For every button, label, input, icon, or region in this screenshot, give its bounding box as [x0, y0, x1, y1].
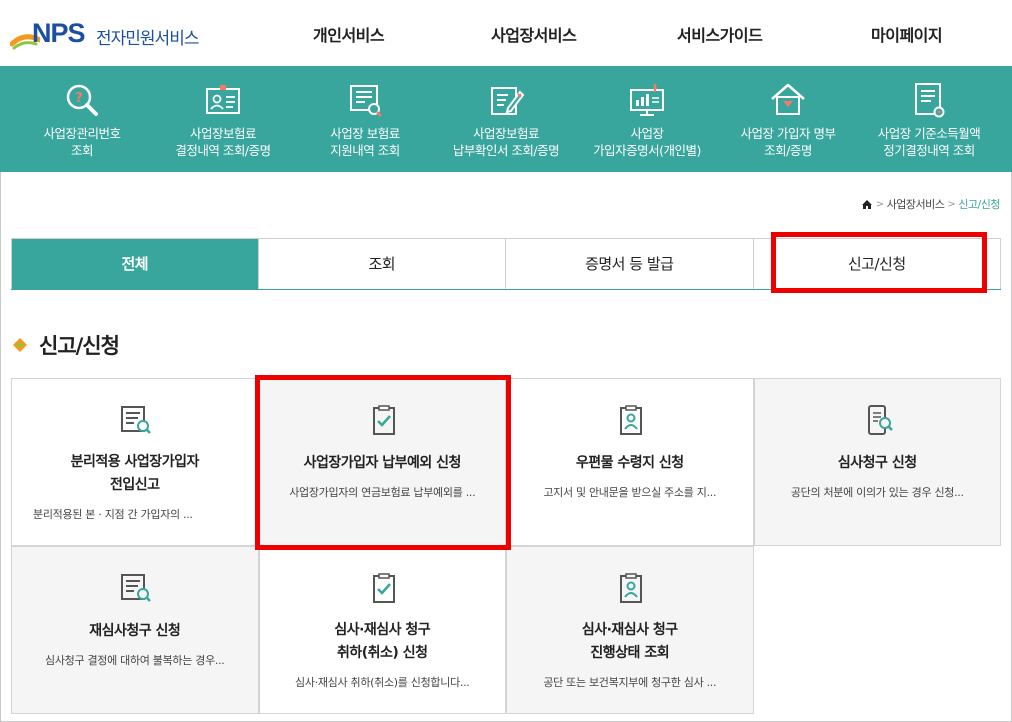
logo-brand: NPS — [32, 18, 86, 48]
service-card-review-request[interactable]: 심사청구 신청 공단의 처분에 이의가 있는 경우 신청... — [753, 378, 1001, 546]
quick-item-label: 조회/증명 — [764, 143, 812, 158]
section-heading: 신고/신청 — [12, 330, 120, 360]
clipboard-person-icon — [620, 405, 642, 435]
document-edit-icon — [491, 87, 525, 115]
highlight-box-card — [255, 375, 511, 550]
quick-menu-band: ? 사업장관리번호 조회 사업장보험료 결정내역 조회/증명 사업장 보험료 지… — [0, 66, 1012, 172]
card-title: 분리적용 사업장가입자 — [70, 454, 200, 470]
nav-business-service[interactable]: 사업장서비스 — [491, 22, 577, 46]
breadcrumb: > 사업장서비스 > 신고/신청 — [861, 196, 1000, 212]
quick-item-label: 지원내역 조회 — [330, 143, 400, 158]
card-description: 심사·재심사 취하(취소)를 신청합니다... — [295, 676, 470, 689]
card-title: 심사청구 신청 — [837, 455, 917, 471]
card-title: 우편물 수령지 신청 — [575, 455, 684, 471]
breadcrumb-separator-icon: > — [875, 198, 884, 210]
card-title: 심사·재심사 청구 — [581, 622, 678, 638]
clipboard-check-icon — [372, 573, 395, 603]
document-list-icon — [915, 83, 945, 118]
card-title: 재심사청구 신청 — [89, 623, 181, 639]
mobile-search-icon — [867, 405, 893, 435]
nav-service-guide[interactable]: 서비스가이드 — [677, 22, 763, 46]
breadcrumb-item[interactable]: 사업장서비스 — [887, 196, 945, 212]
quick-item-workplace-number[interactable]: ? 사업장관리번호 조회 — [17, 66, 147, 172]
service-card-mail-address[interactable]: 우편물 수령지 신청 고지서 및 안내문을 받으실 주소를 지... — [506, 378, 754, 546]
service-card-re-review-request[interactable]: 재심사청구 신청 심사청구 결정에 대하여 불복하는 경우... — [11, 546, 259, 714]
quick-item-premium-decision[interactable]: 사업장보험료 결정내역 조회/증명 — [158, 66, 288, 172]
quick-item-label: 조회 — [70, 143, 94, 158]
quick-item-premium-support[interactable]: 사업장 보험료 지원내역 조회 — [300, 66, 430, 172]
quick-item-subscriber-certificate[interactable]: 사업장 가입자증명서(개인별) — [582, 66, 712, 172]
quick-item-subscriber-roster[interactable]: 사업장 가입자 명부 조회/증명 — [723, 66, 853, 172]
clipboard-person-icon — [620, 573, 642, 603]
search-magnifier-icon: ? — [66, 84, 98, 116]
highlight-box-tab — [771, 232, 987, 293]
site-logo[interactable]: NPS 전자민원서비스 — [10, 10, 220, 56]
tab-all[interactable]: 전체 — [11, 239, 259, 289]
card-title: 진행상태 조회 — [590, 645, 670, 661]
service-card-review-status[interactable]: 심사·재심사 청구 진행상태 조회 공단 또는 보건복지부에 청구한 심사 ..… — [506, 546, 754, 714]
card-title: 심사·재심사 청구 — [334, 622, 431, 638]
id-card-icon — [206, 85, 240, 114]
service-card-branch-transfer[interactable]: 분리적용 사업장가입자 전입신고 분리적용된 본 · 지점 간 가입자의 ... — [11, 378, 259, 546]
quick-item-standard-income[interactable]: 사업장 기준소득월액 정기결정내역 조회 — [864, 66, 994, 172]
card-description: 공단의 처분에 이의가 있는 경우 신청... — [790, 486, 964, 499]
tab-certificate-issue[interactable]: 증명서 등 발급 — [506, 239, 754, 289]
logo-title: 전자민원서비스 — [96, 29, 199, 49]
home-icon[interactable] — [861, 199, 873, 210]
site-header: NPS 전자민원서비스 개인서비스 사업장서비스 서비스가이드 마이페이지 — [0, 0, 1012, 66]
svg-text:?: ? — [75, 91, 83, 106]
tab-inquiry[interactable]: 조회 — [258, 239, 506, 289]
document-search-icon — [121, 574, 151, 602]
nav-personal-service[interactable]: 개인서비스 — [313, 22, 385, 46]
breadcrumb-separator-icon: > — [947, 198, 956, 210]
card-description: 심사청구 결정에 대하여 불복하는 경우... — [45, 654, 225, 667]
diamond-bullet-icon — [13, 338, 27, 352]
quick-item-label: 정기결정내역 조회 — [883, 143, 975, 158]
quick-item-payment-confirmation[interactable]: 사업장보험료 납부확인서 조회/증명 — [441, 66, 571, 172]
document-search-icon — [350, 85, 382, 117]
quick-item-label: 납부확인서 조회/증명 — [452, 143, 560, 158]
card-description: 공단 또는 보건복지부에 청구한 심사 ... — [543, 676, 717, 689]
house-icon — [771, 83, 805, 115]
card-description: 분리적용된 본 · 지점 간 가입자의 ... — [33, 508, 193, 521]
quick-item-label: 가입자증명서(개인별) — [593, 143, 701, 158]
card-description: 고지서 및 안내문을 받으실 주소를 지... — [543, 486, 717, 499]
section-title: 신고/신청 — [39, 334, 120, 358]
quick-item-label: 결정내역 조회/증명 — [175, 143, 271, 158]
card-title: 전입신고 — [109, 477, 160, 493]
document-search-icon — [121, 406, 151, 434]
monitor-chart-icon — [630, 84, 664, 116]
breadcrumb-current[interactable]: 신고/신청 — [958, 196, 1000, 212]
service-card-review-withdrawal[interactable]: 심사·재심사 청구 취하(취소) 신청 심사·재심사 취하(취소)를 신청합니다… — [258, 546, 506, 714]
nav-my-page[interactable]: 마이페이지 — [871, 22, 943, 46]
card-title: 취하(취소) 신청 — [337, 645, 428, 661]
